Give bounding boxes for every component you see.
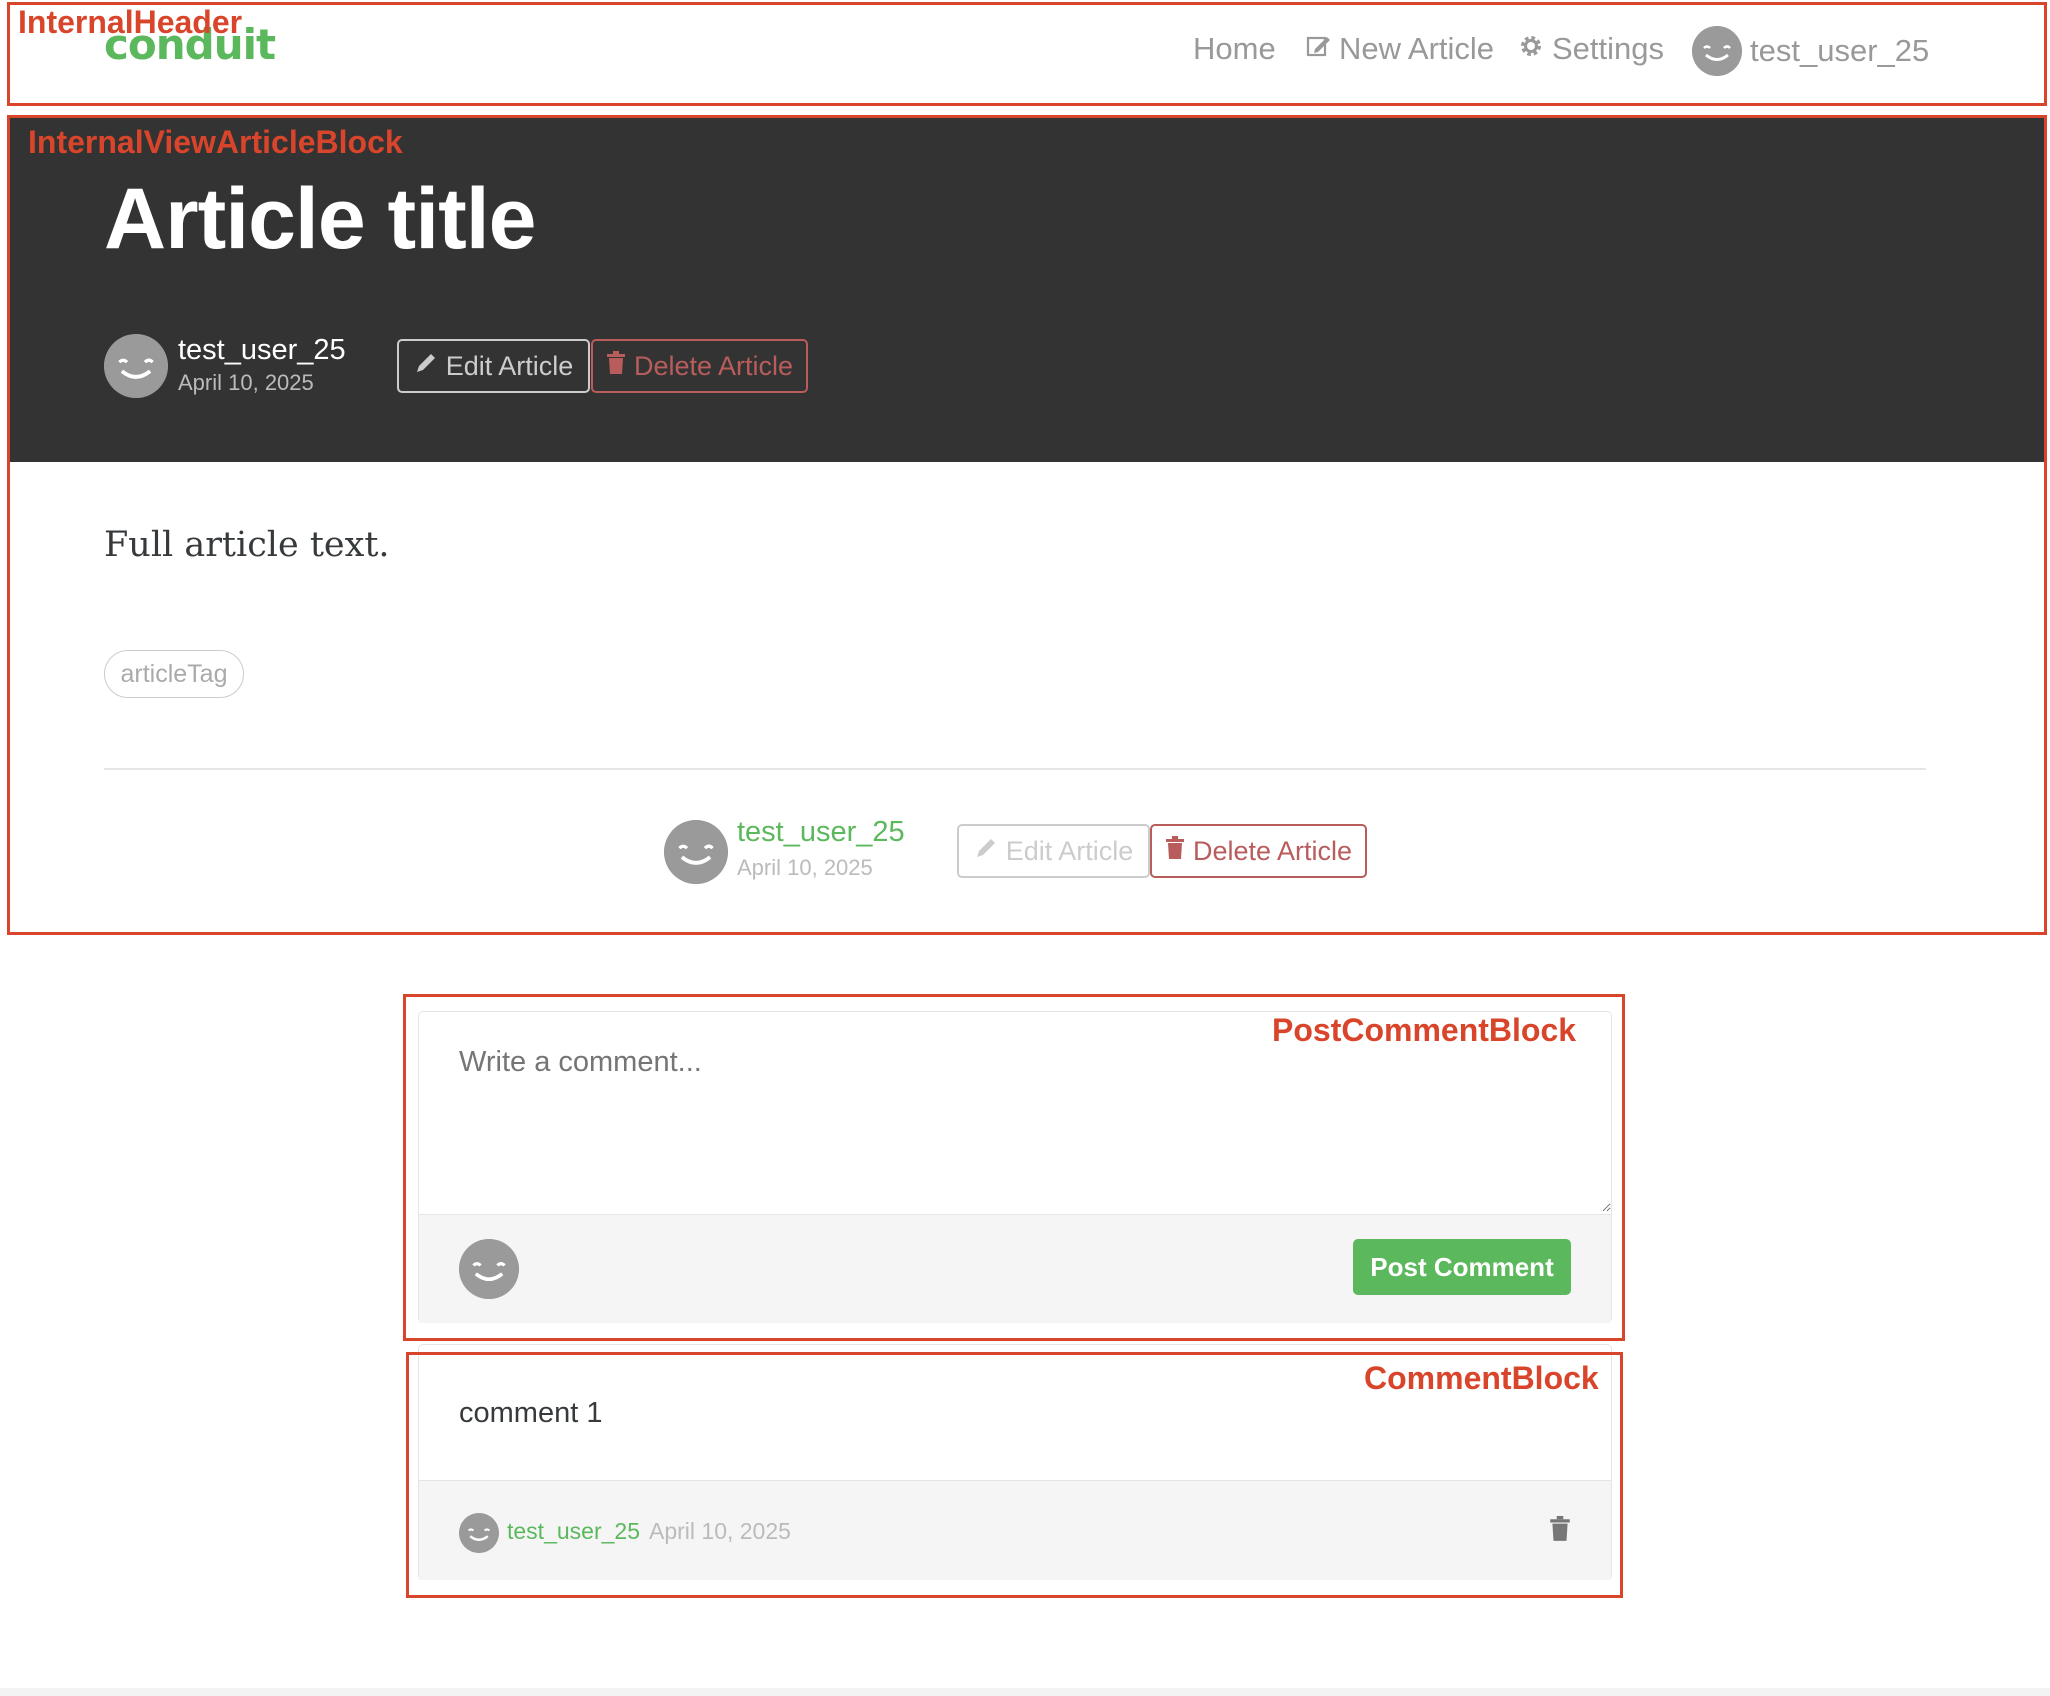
article-date: April 10, 2025 — [178, 370, 314, 395]
author-name-bottom[interactable]: test_user_25 — [737, 816, 905, 849]
trash-icon — [1165, 835, 1185, 867]
edit-article-label-bottom: Edit Article — [1005, 835, 1134, 866]
nav-username: test_user_25 — [1750, 33, 1930, 68]
nav-new-article[interactable]: New Article — [1305, 28, 1494, 70]
nav-home-label: Home — [1193, 31, 1276, 66]
nav-profile[interactable]: test_user_25 — [1692, 26, 1929, 76]
article-date-bottom: April 10, 2025 — [737, 855, 873, 880]
edit-article-button[interactable]: Edit Article — [397, 339, 590, 393]
pencil-icon — [974, 836, 998, 867]
divider — [104, 768, 1926, 770]
delete-article-button[interactable]: Delete Article — [591, 339, 808, 393]
nav-settings[interactable]: Settings — [1518, 28, 1664, 70]
article-body: Full article text. — [104, 525, 390, 565]
user-avatar — [1692, 26, 1742, 76]
comment-author-avatar[interactable] — [459, 1513, 499, 1553]
annotation-comment-label: CommentBlock — [1364, 1360, 1599, 1396]
comment-footer: test_user_25 April 10, 2025 — [419, 1480, 1611, 1580]
delete-comment-icon[interactable] — [1549, 1516, 1571, 1547]
compose-icon — [1305, 28, 1331, 70]
comment-date: April 10, 2025 — [649, 1518, 791, 1544]
delete-article-label-bottom: Delete Article — [1192, 835, 1353, 866]
nav-home[interactable]: Home — [1193, 28, 1276, 70]
post-comment-button[interactable]: Post Comment — [1353, 1239, 1571, 1295]
author-name[interactable]: test_user_25 — [178, 334, 346, 367]
annotation-post-comment-label: PostCommentBlock — [1272, 1012, 1577, 1048]
edit-article-button-bottom[interactable]: Edit Article — [957, 824, 1150, 878]
comment-form-footer: Post Comment — [419, 1214, 1611, 1323]
article-title: Article title — [104, 171, 536, 267]
trash-icon — [606, 350, 626, 382]
tag-pill[interactable]: articleTag — [104, 650, 244, 698]
commenter-avatar — [459, 1239, 519, 1299]
author-avatar[interactable] — [104, 334, 168, 398]
pencil-icon — [414, 351, 438, 382]
annotation-header-label: InternalHeader — [18, 4, 243, 40]
comment-author[interactable]: test_user_25 — [507, 1518, 640, 1545]
footer-strip — [0, 1688, 2050, 1696]
nav-new-article-label: New Article — [1339, 31, 1495, 66]
comment-body: comment 1 — [459, 1397, 603, 1429]
delete-article-button-bottom[interactable]: Delete Article — [1150, 824, 1367, 878]
delete-article-label: Delete Article — [633, 350, 794, 381]
edit-article-label: Edit Article — [445, 350, 574, 381]
author-avatar-bottom[interactable] — [664, 820, 728, 884]
comment-form-card: Post Comment — [418, 1011, 1612, 1323]
nav-settings-label: Settings — [1552, 31, 1665, 66]
annotation-article-label: InternalViewArticleBlock — [28, 124, 403, 160]
gear-icon — [1518, 28, 1544, 70]
